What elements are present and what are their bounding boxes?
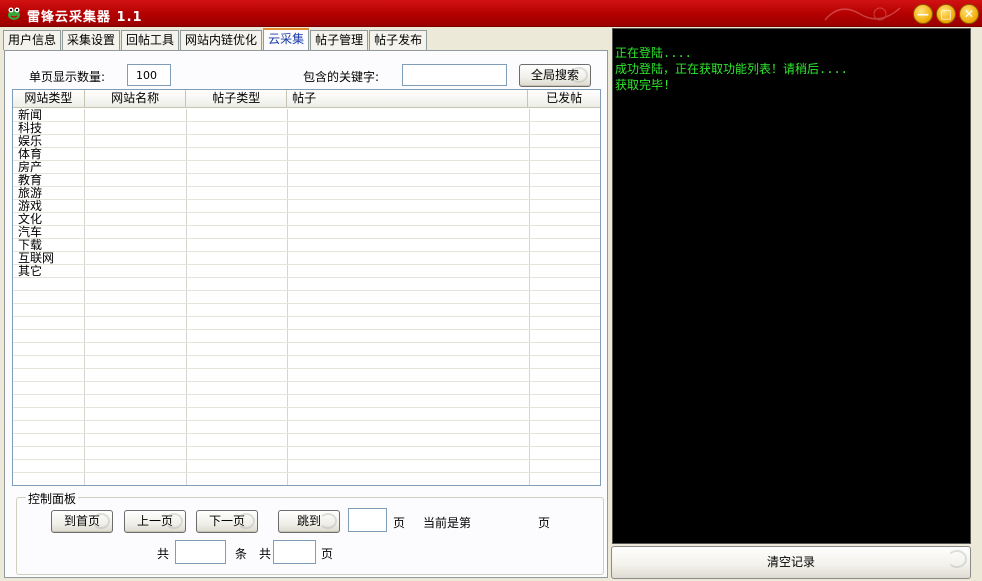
right-pane: 正在登陆.... 成功登陆，正在获取功能列表！请稍后.... 获取完毕! 清空记… xyxy=(610,27,982,581)
title-bar[interactable]: 雷锋云采集器 1.1 — □ ✕ xyxy=(0,0,982,27)
log-line: 获取完毕! xyxy=(615,78,671,92)
tab-post-publish[interactable]: 帖子发布 xyxy=(369,30,428,50)
keyword-input[interactable] xyxy=(402,64,507,86)
pages-unit-label: 页 xyxy=(321,547,334,561)
tab-reply-tool[interactable]: 回帖工具 xyxy=(121,30,180,50)
table-header: 网站类型 网站名称 帖子类型 帖子 已发帖 xyxy=(13,90,600,108)
control-panel: 控制面板 到首页 上一页 下一页 跳到 页 当前是第 页 共 条 共 页 xyxy=(16,490,604,575)
control-panel-title: 控制面板 xyxy=(26,490,79,507)
frog-icon xyxy=(8,7,20,20)
jump-to-button[interactable]: 跳到 xyxy=(278,510,340,533)
tab-post-management[interactable]: 帖子管理 xyxy=(310,30,369,50)
column-header-site-type[interactable]: 网站类型 xyxy=(13,90,85,108)
log-line: 成功登陆，正在获取功能列表！请稍后.... xyxy=(615,62,848,76)
keyword-label: 包含的关键字: xyxy=(303,70,380,84)
tab-cloud-collect[interactable]: 云采集 xyxy=(263,28,310,50)
prev-page-button[interactable]: 上一页 xyxy=(124,510,186,533)
tab-bar: 用户信息 采集设置 回帖工具 网站内链优化 云采集 帖子管理 帖子发布 xyxy=(3,28,428,51)
total-pages-label: 共 xyxy=(259,547,272,561)
log-line: 正在登陆.... xyxy=(615,46,692,60)
cloud-collect-panel: 单页显示数量: 包含的关键字: 全局搜索 网站类型 网站名称 帖子类型 帖子 已… xyxy=(4,50,608,578)
records-unit-label: 条 xyxy=(235,547,248,561)
column-header-post-type[interactable]: 帖子类型 xyxy=(186,90,288,108)
maximize-icon[interactable]: □ xyxy=(936,4,956,24)
left-pane: 用户信息 采集设置 回帖工具 网站内链优化 云采集 帖子管理 帖子发布 单页显示… xyxy=(0,27,610,581)
tab-collect-settings[interactable]: 采集设置 xyxy=(62,30,121,50)
jump-page-input[interactable] xyxy=(348,508,387,532)
tab-internal-link-optimization[interactable]: 网站内链优化 xyxy=(180,30,263,50)
table-row[interactable]: 其它 xyxy=(18,265,42,278)
close-icon[interactable]: ✕ xyxy=(959,4,979,24)
first-page-button[interactable]: 到首页 xyxy=(51,510,113,533)
current-page-label: 当前是第 xyxy=(423,516,472,530)
table-body: 新闻 科技 娱乐 体育 房产 教育 旅游 游戏 文化 汽车 下载 互联网 其它 xyxy=(13,109,600,485)
per-page-input[interactable] xyxy=(127,64,171,86)
decorative-swirl xyxy=(824,7,901,21)
next-page-button[interactable]: 下一页 xyxy=(196,510,258,533)
column-header-post[interactable]: 帖子 xyxy=(287,90,529,108)
tab-user-info[interactable]: 用户信息 xyxy=(3,30,62,50)
current-page-unit: 页 xyxy=(538,516,551,530)
page-unit-label: 页 xyxy=(393,516,406,530)
per-page-label: 单页显示数量: xyxy=(29,70,106,84)
column-header-posted[interactable]: 已发帖 xyxy=(528,90,600,108)
column-header-site-name[interactable]: 网站名称 xyxy=(85,90,187,108)
clear-log-button[interactable]: 清空记录 xyxy=(611,546,971,579)
window-title: 雷锋云采集器 1.1 xyxy=(27,10,143,25)
total-pages-input[interactable] xyxy=(273,540,316,564)
post-table[interactable]: 网站类型 网站名称 帖子类型 帖子 已发帖 新闻 科技 娱乐 体育 房产 教育 … xyxy=(12,89,601,486)
minimize-icon[interactable]: — xyxy=(913,4,933,24)
total-records-input[interactable] xyxy=(175,540,226,564)
total-records-label: 共 xyxy=(157,547,170,561)
global-search-button[interactable]: 全局搜索 xyxy=(519,64,591,87)
log-console[interactable]: 正在登陆.... 成功登陆，正在获取功能列表！请稍后.... 获取完毕! xyxy=(612,28,971,544)
